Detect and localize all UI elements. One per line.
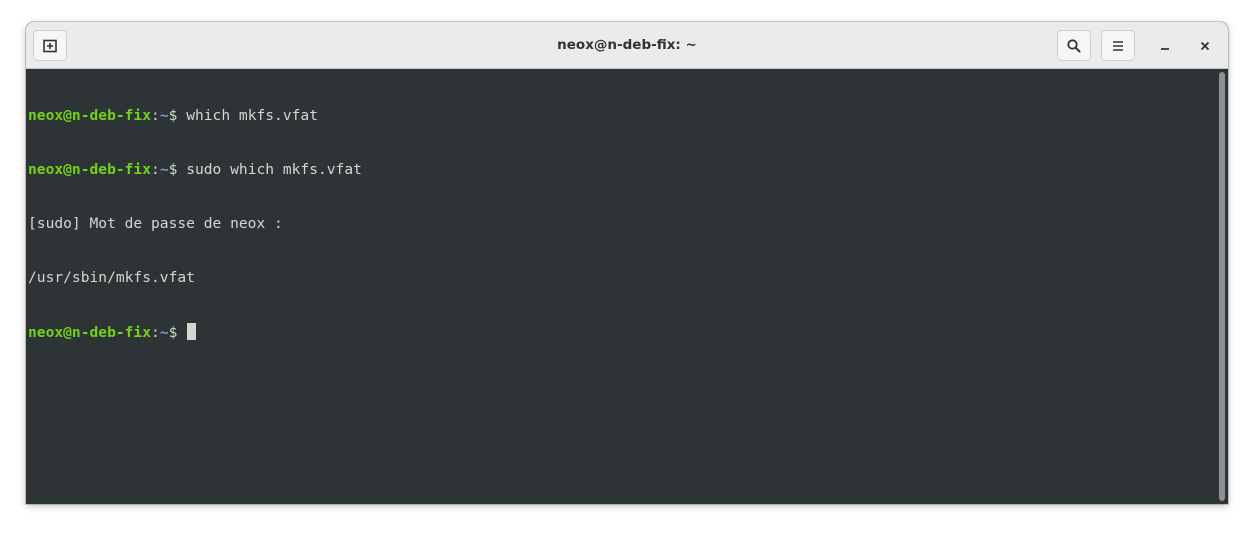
prompt-user: neox@n-deb-fix bbox=[28, 161, 152, 178]
new-tab-button[interactable] bbox=[33, 30, 67, 61]
prompt-user: neox@n-deb-fix bbox=[28, 324, 152, 341]
terminal-line: [sudo] Mot de passe de neox : bbox=[28, 215, 1216, 233]
text-cursor bbox=[187, 323, 197, 340]
close-icon bbox=[1200, 41, 1210, 51]
terminal-line: neox@n-deb-fix:~$ bbox=[28, 323, 1216, 341]
prompt-path: ~ bbox=[159, 324, 169, 341]
prompt-path: ~ bbox=[159, 107, 169, 124]
output-text: /usr/sbin/mkfs.vfat bbox=[28, 269, 195, 286]
minimize-icon bbox=[1161, 48, 1169, 50]
command-text: which mkfs.vfat bbox=[186, 107, 318, 124]
output-text: [sudo] Mot de passe de neox : bbox=[28, 215, 283, 232]
scrollbar[interactable] bbox=[1216, 69, 1228, 504]
search-button[interactable] bbox=[1057, 30, 1091, 61]
prompt-user: neox@n-deb-fix bbox=[28, 107, 152, 124]
new-tab-icon bbox=[43, 39, 57, 52]
main-menu-button[interactable] bbox=[1101, 30, 1135, 61]
terminal-line: neox@n-deb-fix:~$ which mkfs.vfat bbox=[28, 107, 1216, 125]
minimize-button[interactable] bbox=[1152, 33, 1178, 59]
prompt-symbol: $ bbox=[168, 324, 187, 341]
prompt-path: ~ bbox=[159, 161, 169, 178]
prompt-separator: : bbox=[151, 107, 160, 124]
search-icon bbox=[1067, 38, 1081, 52]
prompt-separator: : bbox=[151, 324, 160, 341]
terminal-line: /usr/sbin/mkfs.vfat bbox=[28, 269, 1216, 287]
prompt-separator: : bbox=[151, 161, 160, 178]
close-button[interactable] bbox=[1192, 33, 1218, 59]
terminal-output[interactable]: neox@n-deb-fix:~$ which mkfs.vfat neox@n… bbox=[26, 69, 1216, 504]
command-text: sudo which mkfs.vfat bbox=[186, 161, 362, 178]
prompt-symbol: $ bbox=[168, 107, 187, 124]
headerbar: neox@n-deb-fix: ~ bbox=[26, 22, 1228, 69]
prompt-symbol: $ bbox=[168, 161, 187, 178]
hamburger-menu-icon bbox=[1113, 40, 1123, 51]
terminal-window: neox@n-deb-fix: ~ neox@n-deb-fix:~$ whic… bbox=[26, 22, 1228, 504]
window-title: neox@n-deb-fix: ~ bbox=[557, 37, 697, 53]
scrollbar-thumb[interactable] bbox=[1219, 72, 1225, 501]
terminal-line: neox@n-deb-fix:~$ sudo which mkfs.vfat bbox=[28, 161, 1216, 179]
